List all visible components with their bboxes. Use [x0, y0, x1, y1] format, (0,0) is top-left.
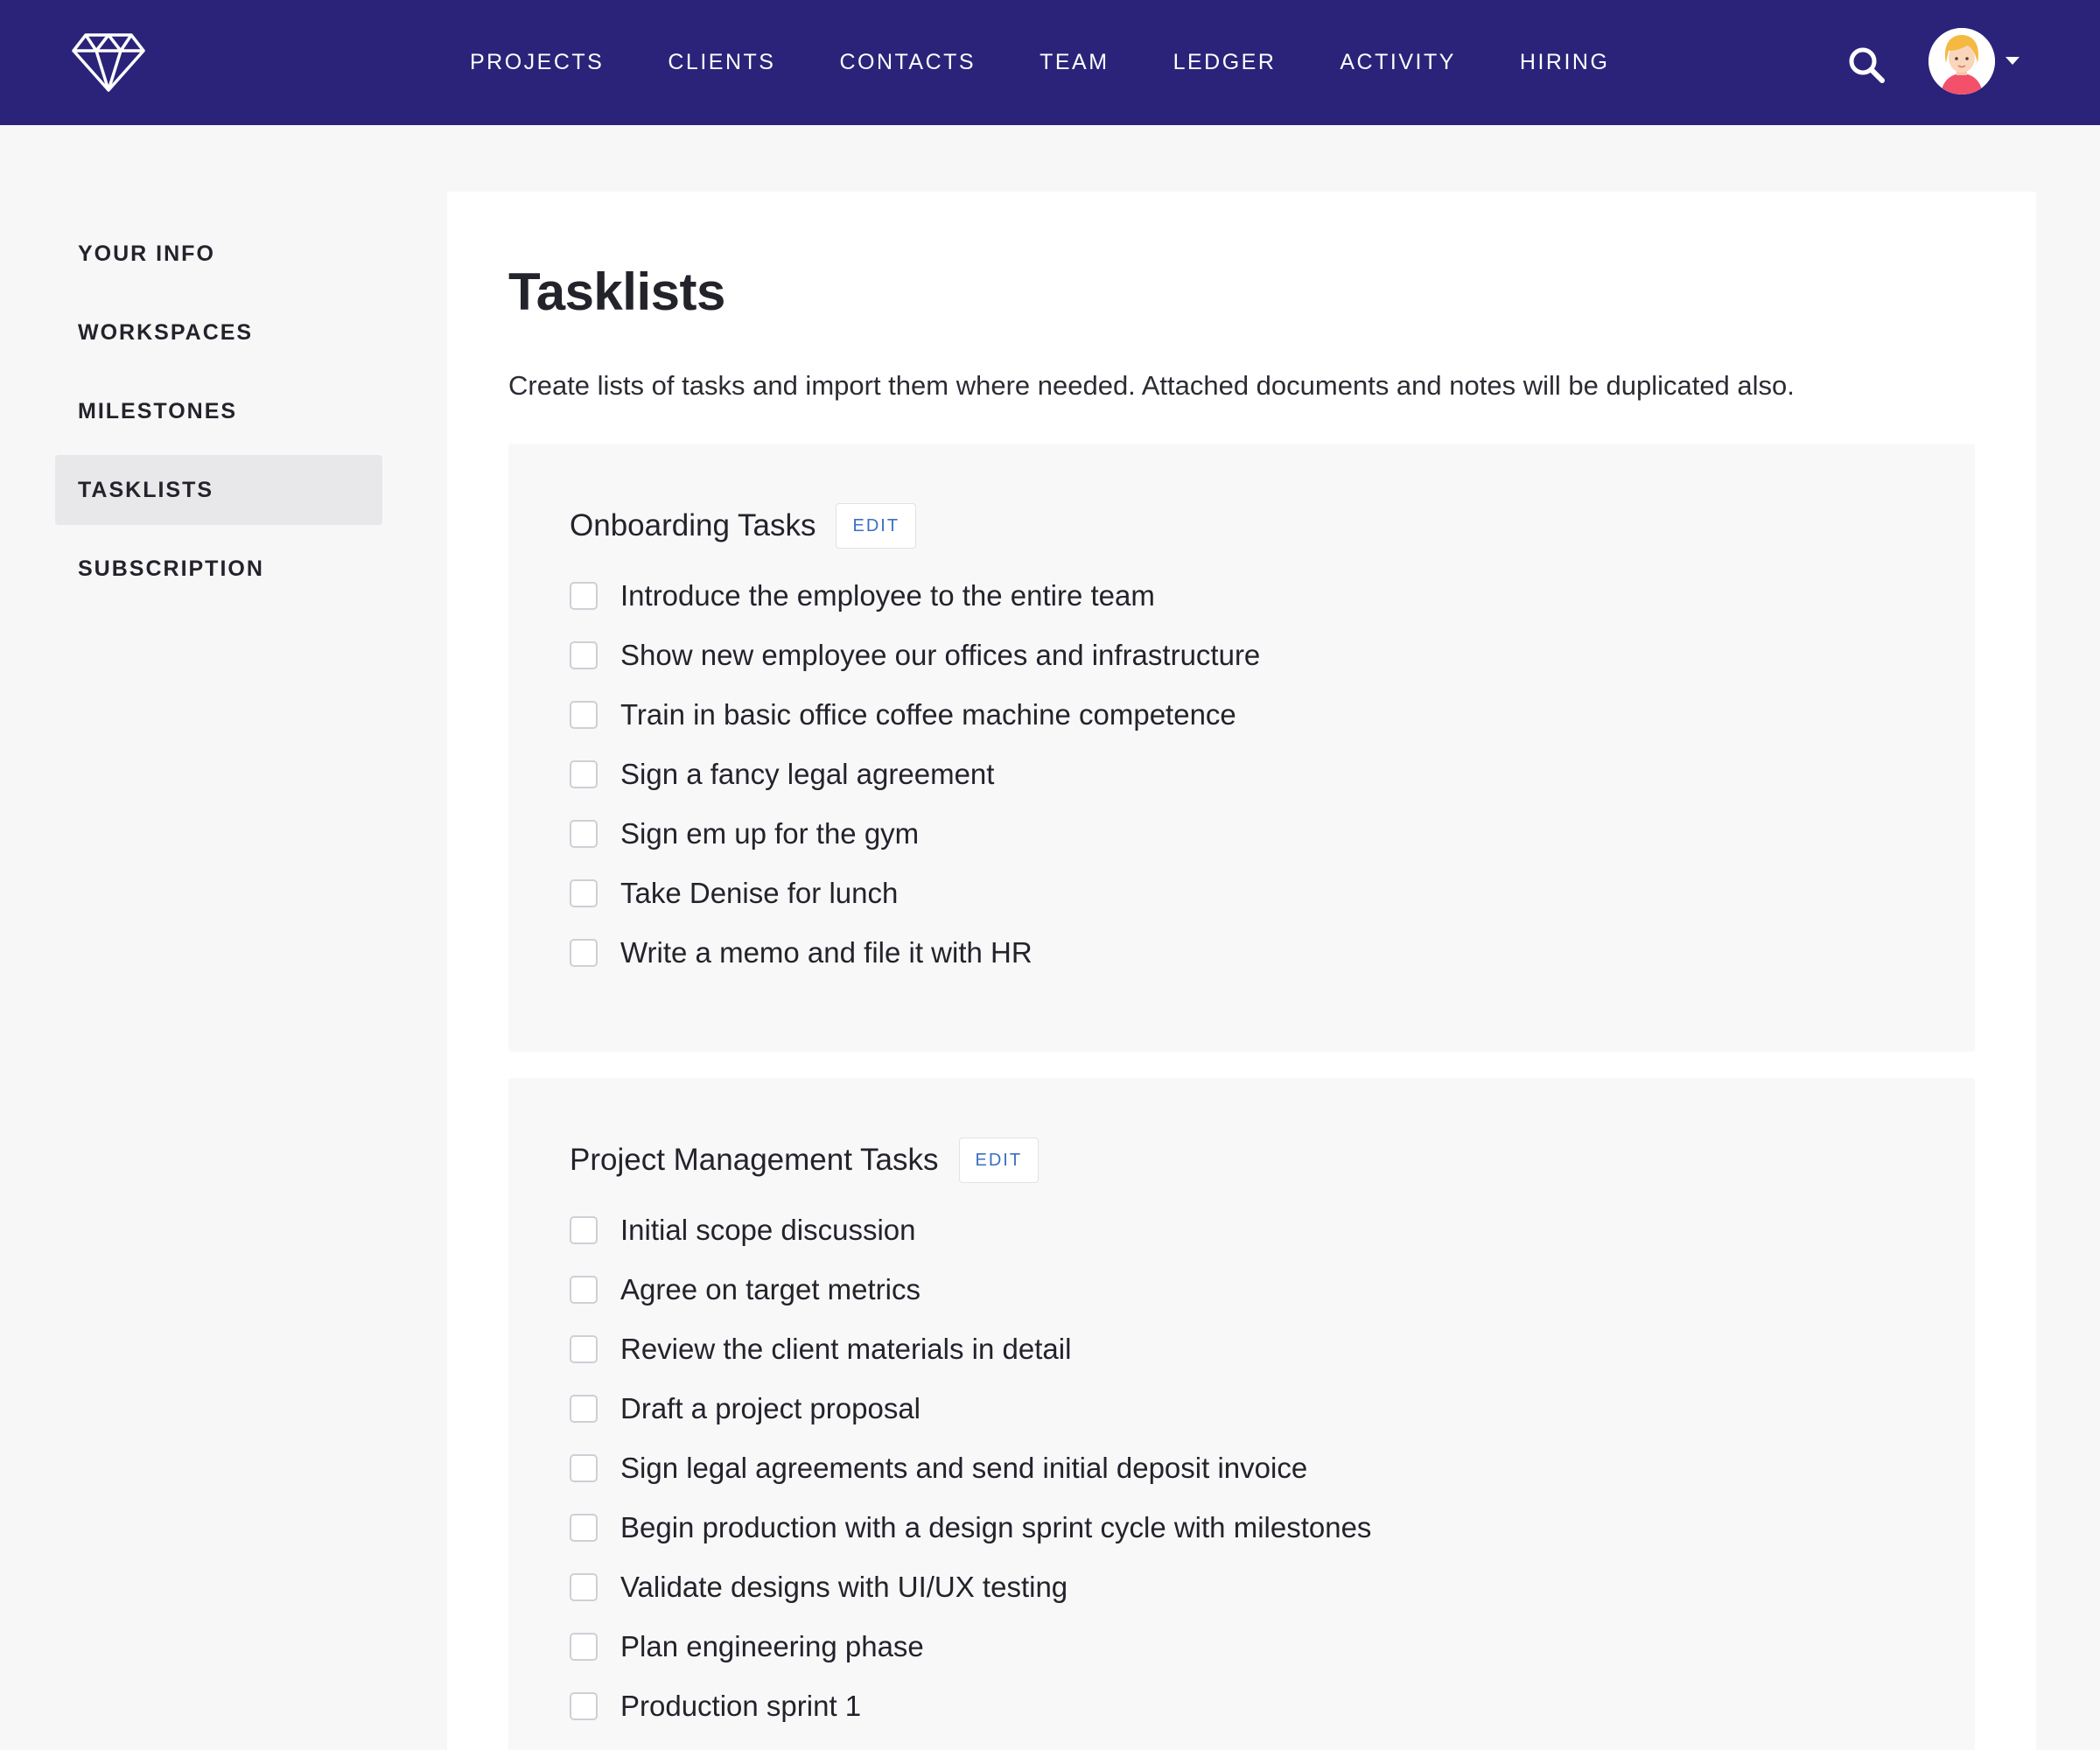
task-checkbox[interactable]: [570, 1514, 598, 1542]
tasklist-title: Project Management Tasks: [570, 1143, 939, 1177]
task-checkbox[interactable]: [570, 820, 598, 848]
search-icon[interactable]: [1847, 46, 1886, 84]
task-label: Introduce the employee to the entire tea…: [620, 579, 1155, 612]
task-row: Show new employee our offices and infras…: [570, 626, 1260, 685]
task-checkbox[interactable]: [570, 1276, 598, 1304]
task-label: Validate designs with UI/UX testing: [620, 1571, 1068, 1603]
nav-item-clients[interactable]: CLIENTS: [668, 50, 775, 75]
task-row: Begin production with a design sprint cy…: [570, 1498, 1371, 1558]
diamond-logo-icon[interactable]: [72, 32, 145, 93]
task-checkbox[interactable]: [570, 1335, 598, 1363]
task-checkbox[interactable]: [570, 1454, 598, 1482]
task-label: Sign em up for the gym: [620, 817, 920, 850]
task-checkbox[interactable]: [570, 760, 598, 788]
task-checkbox[interactable]: [570, 582, 598, 610]
top-navbar: PROJECTS CLIENTS CONTACTS TEAM LEDGER AC…: [0, 0, 2100, 125]
task-row: Sign em up for the gym: [570, 804, 1260, 864]
task-checkbox[interactable]: [570, 701, 598, 729]
sidebar-item-tasklists[interactable]: TASKLISTS: [55, 455, 382, 525]
task-row: Write a memo and file it with HR: [570, 923, 1260, 983]
task-row: Take Denise for lunch: [570, 864, 1260, 923]
task-row: Production sprint 1: [570, 1676, 1371, 1736]
task-label: Take Denise for lunch: [620, 877, 899, 909]
task-checkbox[interactable]: [570, 1395, 598, 1423]
page-description: Create lists of tasks and import them wh…: [508, 370, 1795, 401]
task-label: Write a memo and file it with HR: [620, 936, 1032, 969]
user-avatar-icon: [1928, 28, 1995, 94]
tasklist-card-onboarding: Onboarding Tasks EDIT Introduce the empl…: [508, 444, 1975, 1052]
task-checkbox[interactable]: [570, 1633, 598, 1661]
task-row: Agree on target metrics: [570, 1260, 1371, 1320]
task-list: Initial scope discussion Agree on target…: [570, 1200, 1371, 1750]
task-label: Plan engineering phase: [620, 1630, 924, 1662]
task-row: Initial scope discussion: [570, 1200, 1371, 1260]
nav-item-contacts[interactable]: CONTACTS: [839, 50, 976, 75]
task-label: Draft a project proposal: [620, 1392, 921, 1424]
sidebar-item-milestones[interactable]: MILESTONES: [55, 376, 382, 446]
nav-item-ledger[interactable]: LEDGER: [1173, 50, 1277, 75]
nav-item-team[interactable]: TEAM: [1040, 50, 1109, 75]
task-label: Begin production with a design sprint cy…: [620, 1511, 1372, 1544]
main-panel: Tasklists Create lists of tasks and impo…: [447, 192, 2036, 1750]
tasklist-title: Onboarding Tasks: [570, 508, 816, 542]
task-label: Agree on target metrics: [620, 1273, 920, 1306]
task-row: Validate designs with UI/UX testing: [570, 1558, 1371, 1617]
task-label: Initial scope discussion: [620, 1214, 916, 1246]
tasklist-header: Project Management Tasks EDIT: [570, 1138, 1040, 1183]
task-checkbox[interactable]: [570, 1573, 598, 1601]
sidebar-item-your-info[interactable]: YOUR INFO: [55, 219, 382, 289]
tasklist-card-project-management: Project Management Tasks EDIT Initial sc…: [508, 1078, 1975, 1750]
caret-down-icon[interactable]: [2006, 57, 2020, 65]
task-label: Sign legal agreements and send initial d…: [620, 1452, 1308, 1484]
edit-tasklist-button[interactable]: EDIT: [836, 503, 917, 549]
task-label: Train in basic office coffee machine com…: [620, 698, 1236, 731]
task-checkbox[interactable]: [570, 1692, 598, 1720]
page-title: Tasklists: [508, 262, 725, 321]
settings-sidebar: YOUR INFO WORKSPACES MILESTONES TASKLIST…: [55, 219, 382, 612]
task-row: Plan engineering phase: [570, 1617, 1371, 1676]
nav-item-hiring[interactable]: HIRING: [1520, 50, 1610, 75]
task-row: Sign legal agreements and send initial d…: [570, 1438, 1371, 1498]
user-menu[interactable]: [1928, 28, 2020, 96]
task-label: Review the client materials in detail: [620, 1333, 1072, 1365]
task-row: Introduce the employee to the entire tea…: [570, 566, 1260, 626]
avatar: [1928, 28, 1995, 94]
edit-tasklist-button[interactable]: EDIT: [958, 1138, 1040, 1183]
task-list: Introduce the employee to the entire tea…: [570, 566, 1260, 983]
task-checkbox[interactable]: [570, 641, 598, 669]
task-row: Train in basic office coffee machine com…: [570, 685, 1260, 745]
task-checkbox[interactable]: [570, 1216, 598, 1244]
nav-item-projects[interactable]: PROJECTS: [470, 50, 604, 75]
task-row: Sign a fancy legal agreement: [570, 745, 1260, 804]
task-checkbox[interactable]: [570, 879, 598, 907]
task-label: Show new employee our offices and infras…: [620, 639, 1261, 671]
task-checkbox[interactable]: [570, 939, 598, 967]
task-row: [570, 1736, 1371, 1750]
task-row: Review the client materials in detail: [570, 1320, 1371, 1379]
main-nav: PROJECTS CLIENTS CONTACTS TEAM LEDGER AC…: [470, 0, 1673, 125]
sidebar-item-workspaces[interactable]: WORKSPACES: [55, 298, 382, 368]
tasklist-header: Onboarding Tasks EDIT: [570, 503, 917, 549]
sidebar-item-subscription[interactable]: SUBSCRIPTION: [55, 534, 382, 604]
task-row: Draft a project proposal: [570, 1379, 1371, 1438]
nav-item-activity[interactable]: ACTIVITY: [1340, 50, 1456, 75]
task-label: Sign a fancy legal agreement: [620, 758, 995, 790]
task-label: Production sprint 1: [620, 1690, 862, 1722]
